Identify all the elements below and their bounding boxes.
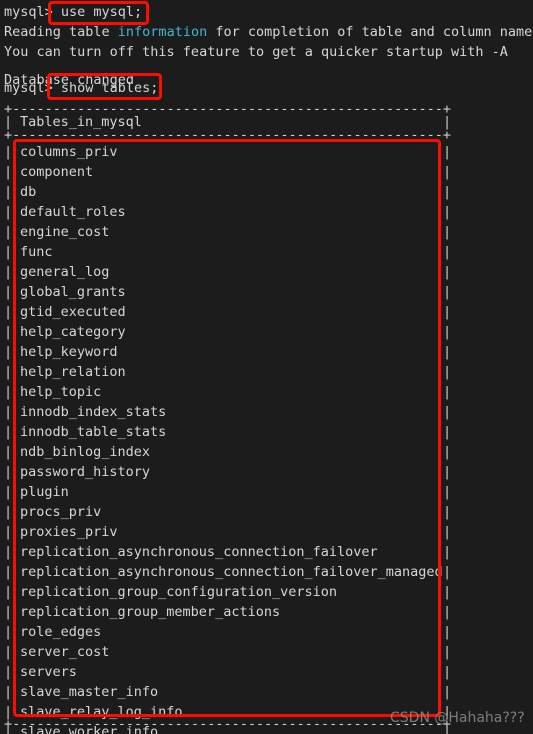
row-pipe-left: | (4, 484, 13, 500)
table-name: slave_master_info (20, 684, 159, 700)
row-pipe-right: | (443, 184, 452, 200)
row-pipe-left: | (4, 584, 13, 600)
command-show-tables: show tables; (60, 80, 159, 96)
table-name: servers (20, 664, 77, 680)
row-pipe-left: | (4, 684, 13, 700)
row-pipe-left: | (4, 244, 13, 260)
table-name: plugin (20, 484, 69, 500)
row-pipe-right: | (443, 684, 452, 700)
row-pipe-right: | (443, 304, 452, 320)
row-pipe-left: | (4, 424, 13, 440)
row-pipe-left: | (4, 224, 13, 240)
table-name: replication_group_configuration_version (20, 584, 337, 600)
row-pipe-left: | (4, 504, 13, 520)
row-pipe-left: | (4, 184, 13, 200)
row-pipe-right: | (443, 324, 452, 340)
row-pipe-right: | (443, 584, 452, 600)
row-pipe-right: | (443, 504, 452, 520)
table-name: engine_cost (20, 224, 110, 240)
row-pipe-right: | (443, 364, 452, 380)
table-name: replication_asynchronous_connection_fail… (20, 564, 443, 580)
row-pipe-right: | (443, 444, 452, 460)
turn-off-feature-line: You can turn off this feature to get a q… (4, 44, 508, 60)
row-pipe-right: | (443, 484, 452, 500)
prompt-line-use-mysql: mysql> use mysql; (4, 2, 142, 22)
row-pipe-right: | (443, 664, 452, 680)
table-name: innodb_table_stats (20, 424, 167, 440)
row-pipe-left: | (4, 644, 13, 660)
row-pipe-left: | (4, 284, 13, 300)
table-name: role_edges (20, 624, 102, 640)
table-name: server_cost (20, 644, 110, 660)
row-pipe-right: | (443, 264, 452, 280)
table-name: db (20, 184, 37, 200)
row-pipe-left: | (4, 344, 13, 360)
csdn-watermark: CSDN @Hahaha??? (390, 710, 525, 726)
prompt-label-2: mysql> (4, 80, 61, 96)
table-name: default_roles (20, 204, 126, 220)
row-pipe-right: | (443, 404, 452, 420)
row-pipe-left: | (4, 204, 13, 220)
row-pipe-right: | (443, 464, 452, 480)
table-name: ndb_binlog_index (20, 444, 151, 460)
table-name: help_relation (20, 364, 126, 380)
table-name: help_keyword (20, 344, 118, 360)
row-pipe-left: | (4, 564, 13, 580)
table-name: help_category (20, 324, 126, 340)
table-separator-bottom: +---------------------------------------… (4, 716, 452, 732)
command-use-mysql: use mysql; (60, 4, 143, 20)
row-pipe-right: | (443, 144, 452, 160)
row-pipe-right: | (443, 644, 452, 660)
row-pipe-left: | (4, 304, 13, 320)
row-pipe-right: | (443, 524, 452, 540)
row-pipe-right: | (443, 384, 452, 400)
row-pipe-right: | (443, 424, 452, 440)
table-name: proxies_priv (20, 524, 118, 540)
table-name: password_history (20, 464, 151, 480)
row-pipe-left: | (4, 444, 13, 460)
table-name: global_grants (20, 284, 126, 300)
row-pipe-right: | (443, 564, 452, 580)
row-pipe-left: | (4, 524, 13, 540)
table-name: general_log (20, 264, 110, 280)
terminal-window[interactable]: mysql> use mysql; Reading table informat… (0, 0, 533, 734)
row-pipe-left: | (4, 544, 13, 560)
row-pipe-right: | (443, 604, 452, 620)
reading-table-info-line: Reading table information for completion… (4, 22, 533, 42)
table-name: replication_asynchronous_connection_fail… (20, 544, 378, 560)
table-name: help_topic (20, 384, 102, 400)
row-pipe-left: | (4, 384, 13, 400)
row-pipe-right: | (443, 344, 452, 360)
row-pipe-left: | (4, 324, 13, 340)
table-name: innodb_index_stats (20, 404, 167, 420)
reading-table-prefix: Reading table (4, 24, 118, 40)
row-pipe-right: | (443, 544, 452, 560)
information-keyword: information (117, 24, 208, 40)
row-pipe-left: | (4, 604, 13, 620)
row-pipe-left: | (4, 144, 13, 160)
table-name: func (20, 244, 53, 260)
row-pipe-right: | (443, 284, 452, 300)
row-pipe-right: | (443, 164, 452, 180)
prompt-line-show-tables: mysql> show tables; (4, 78, 158, 98)
table-name: columns_priv (20, 144, 118, 160)
row-pipe-left: | (4, 664, 13, 680)
row-pipe-left: | (4, 624, 13, 640)
reading-table-suffix: for completion of table and column names (207, 24, 533, 40)
row-pipe-right: | (443, 224, 452, 240)
row-pipe-right: | (443, 244, 452, 260)
row-pipe-left: | (4, 364, 13, 380)
table-name: replication_group_member_actions (20, 604, 281, 620)
table-name: procs_priv (20, 504, 102, 520)
row-pipe-left: | (4, 164, 13, 180)
row-pipe-right: | (443, 204, 452, 220)
prompt-label: mysql> (4, 4, 61, 20)
table-name: gtid_executed (20, 304, 126, 320)
row-pipe-right: | (443, 624, 452, 640)
table-name: component (20, 164, 94, 180)
row-pipe-left: | (4, 464, 13, 480)
row-pipe-left: | (4, 264, 13, 280)
row-pipe-left: | (4, 404, 13, 420)
